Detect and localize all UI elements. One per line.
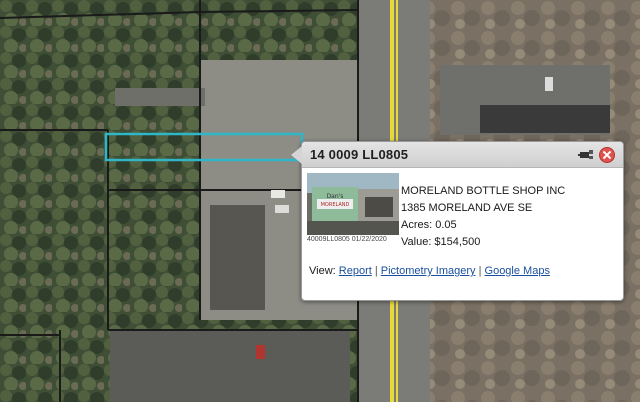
white-car	[271, 190, 285, 198]
parcel-popup: 14 0009 LL0805 Dan's MORELAND 40009LL080…	[291, 141, 624, 301]
property-photo[interactable]: Dan's MORELAND	[307, 173, 399, 235]
acres-value: Acres: 0.05	[401, 219, 457, 231]
link-separator: |	[478, 265, 482, 277]
pictometry-link[interactable]: Pictometry Imagery	[381, 265, 476, 277]
popup-header: 14 0009 LL0805	[302, 142, 623, 168]
photo-sign-text: Dan's	[327, 193, 344, 200]
parcel-info: MORELAND BOTTLE SHOP INC 1385 MORELAND A…	[401, 183, 565, 251]
parking-lot-bottom	[110, 330, 350, 402]
parcel-id-title: 14 0009 LL0805	[310, 147, 409, 162]
assessed-value: Value: $154,500	[401, 236, 481, 248]
owner-name: MORELAND BOTTLE SHOP INC	[401, 185, 566, 197]
report-link[interactable]: Report	[339, 265, 372, 277]
google-maps-link[interactable]: Google Maps	[485, 265, 550, 277]
popup-pointer	[291, 146, 302, 164]
building-roof-right	[480, 105, 610, 133]
photo-sign-text-2: MORELAND	[321, 202, 350, 208]
site-address: 1385 MORELAND AVE SE	[401, 202, 533, 214]
parked-car	[545, 77, 553, 91]
close-icon[interactable]	[599, 147, 615, 163]
view-label: View:	[309, 265, 336, 277]
link-separator: |	[374, 265, 378, 277]
zoom-to-icon[interactable]	[578, 148, 593, 161]
view-links-row: View: Report | Pictometry Imagery | Goog…	[309, 265, 550, 277]
white-car-2	[275, 205, 289, 213]
photo-caption: 40009LL0805 01/22/2020	[307, 236, 387, 243]
building-roof-top	[115, 88, 205, 106]
building-roof-center	[210, 205, 265, 310]
red-car	[256, 345, 265, 359]
